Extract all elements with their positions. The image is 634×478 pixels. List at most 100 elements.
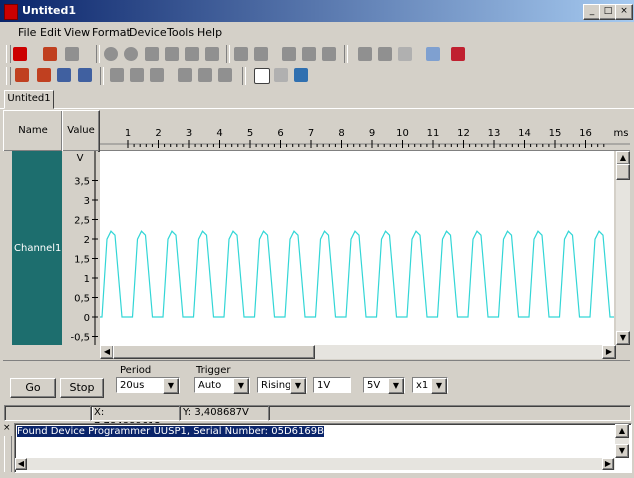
record-icon[interactable] xyxy=(104,47,118,61)
scroll-up-arrow[interactable]: ▲ xyxy=(616,151,630,165)
range-select[interactable]: 5V ▼ xyxy=(363,377,405,394)
scroll-right-arrow[interactable]: ▶ xyxy=(602,345,616,359)
ruler-tick-label: 14 xyxy=(518,128,531,139)
status-right-pane xyxy=(268,405,631,421)
chevron-down-icon[interactable]: ▼ xyxy=(431,378,447,394)
log-panel[interactable]: Found Device Programmer UUSP1, Serial Nu… xyxy=(14,423,632,473)
title-bar: Untited1 _ □ × xyxy=(0,0,634,22)
page2-icon[interactable] xyxy=(302,47,316,61)
ruler-tick-label: 8 xyxy=(338,128,344,139)
doc1-icon[interactable] xyxy=(358,47,372,61)
separator xyxy=(344,45,348,63)
horizontal-scrollbar[interactable]: ◀ ▶ xyxy=(100,345,616,359)
zoom-icon[interactable] xyxy=(57,68,71,82)
scroll-left-arrow[interactable]: ◀ xyxy=(100,345,114,359)
stop-icon[interactable] xyxy=(65,47,79,61)
app-icon xyxy=(4,4,18,20)
page3-icon[interactable] xyxy=(322,47,336,61)
waveform-plot[interactable] xyxy=(70,151,621,345)
block2-icon[interactable] xyxy=(130,68,144,82)
vertical-scrollbar[interactable]: ▲ ▼ xyxy=(616,151,630,345)
paste-icon[interactable] xyxy=(185,47,199,61)
page1-icon[interactable] xyxy=(282,47,296,61)
chip-icon[interactable] xyxy=(451,47,465,61)
scroll-down-arrow[interactable]: ▼ xyxy=(616,331,630,345)
ruler-tick-label: 16 xyxy=(579,128,592,139)
menu-help[interactable]: Help xyxy=(197,26,222,39)
block1-icon[interactable] xyxy=(110,68,124,82)
log-scroll-up[interactable]: ▲ xyxy=(615,424,629,438)
block4-icon[interactable] xyxy=(178,68,192,82)
go-button[interactable]: Go xyxy=(10,378,56,398)
ruler-tick-label: 4 xyxy=(216,128,222,139)
multiplier-select[interactable]: x1 ▼ xyxy=(412,377,448,394)
y-axis: V 3,5 3 2,5 2 1,5 1 0,5 0 -0,5 xyxy=(62,151,98,345)
scroll-h-thumb[interactable] xyxy=(113,345,315,359)
copy-icon[interactable] xyxy=(165,47,179,61)
block3-icon[interactable] xyxy=(150,68,164,82)
menu-file[interactable]: File xyxy=(18,26,36,39)
name-column-header: Name xyxy=(3,110,63,152)
pointer-icon[interactable] xyxy=(254,68,270,84)
chevron-down-icon[interactable]: ▼ xyxy=(388,378,404,394)
block6-icon[interactable] xyxy=(218,68,232,82)
chevron-down-icon[interactable]: ▼ xyxy=(290,378,306,394)
menu-device[interactable]: Device xyxy=(129,26,167,39)
menu-edit[interactable]: Edit xyxy=(40,26,61,39)
log-scroll-left[interactable]: ◀ xyxy=(15,458,27,470)
probe2-icon[interactable] xyxy=(37,68,51,82)
cut-icon[interactable] xyxy=(145,47,159,61)
menu-format[interactable]: Format xyxy=(92,26,131,39)
level-input[interactable]: 1V xyxy=(313,377,351,393)
grid-icon[interactable] xyxy=(398,47,412,61)
stop-button[interactable]: Stop xyxy=(60,378,104,398)
menu-tools[interactable]: Tools xyxy=(167,26,194,39)
status-x: X: 7,784889612ms xyxy=(90,405,181,432)
trigger-label: Trigger xyxy=(196,365,231,376)
close-button[interactable]: × xyxy=(615,4,633,20)
tab-untited1[interactable]: Untited1 xyxy=(4,90,54,109)
log-horizontal-scrollbar[interactable]: ◀ ▶ xyxy=(15,458,615,470)
log-line[interactable]: Found Device Programmer UUSP1, Serial Nu… xyxy=(17,426,324,437)
chevron-down-icon[interactable]: ▼ xyxy=(233,378,249,394)
pause-icon[interactable] xyxy=(124,47,138,61)
menu-view[interactable]: View xyxy=(64,26,90,39)
doc2-icon[interactable] xyxy=(378,47,392,61)
delete-icon[interactable] xyxy=(205,47,219,61)
ruler-tick-label: 3 xyxy=(186,128,192,139)
unbind-icon[interactable] xyxy=(254,47,268,61)
log-close-icon[interactable]: × xyxy=(3,423,13,433)
bind-icon[interactable] xyxy=(234,47,248,61)
select-zoom-icon[interactable] xyxy=(274,68,288,82)
menu-bar: File Edit View Format Device Tools Help xyxy=(4,22,312,42)
log-scroll-right[interactable]: ▶ xyxy=(602,458,614,470)
y-axis-tick-label: 3 xyxy=(84,196,90,207)
eye-icon[interactable] xyxy=(78,68,92,82)
log-vertical-scrollbar[interactable]: ▲ ▼ xyxy=(615,424,629,458)
block5-icon[interactable] xyxy=(198,68,212,82)
separator xyxy=(242,67,246,85)
edge-select[interactable]: Rising ▼ xyxy=(257,377,307,394)
channel-label[interactable]: Channel1 xyxy=(12,151,64,345)
range-value: 5V xyxy=(367,380,381,391)
period-value: 20us xyxy=(120,380,145,391)
y-axis-tick-label: 1,5 xyxy=(74,255,90,266)
open-icon[interactable] xyxy=(43,47,57,61)
log-scroll-down[interactable]: ▼ xyxy=(615,444,629,458)
chevron-down-icon[interactable]: ▼ xyxy=(163,378,179,394)
settings-icon[interactable] xyxy=(426,47,440,61)
probe-icon[interactable] xyxy=(15,68,29,82)
multiplier-value: x1 xyxy=(416,380,429,391)
trigger-mode-select[interactable]: Auto ▼ xyxy=(194,377,250,394)
scroll-thumb[interactable] xyxy=(616,164,630,180)
device-icon[interactable] xyxy=(13,47,27,61)
separator xyxy=(100,67,104,85)
waveform-svg[interactable] xyxy=(70,151,621,345)
status-left-pane xyxy=(4,405,93,421)
window-icon[interactable] xyxy=(294,68,308,82)
status-y: Y: 3,408687V xyxy=(179,405,270,421)
ruler-unit: ms xyxy=(614,128,629,139)
ruler-tick-label: 10 xyxy=(396,128,409,139)
period-select[interactable]: 20us ▼ xyxy=(116,377,180,394)
period-label: Period xyxy=(120,365,152,376)
